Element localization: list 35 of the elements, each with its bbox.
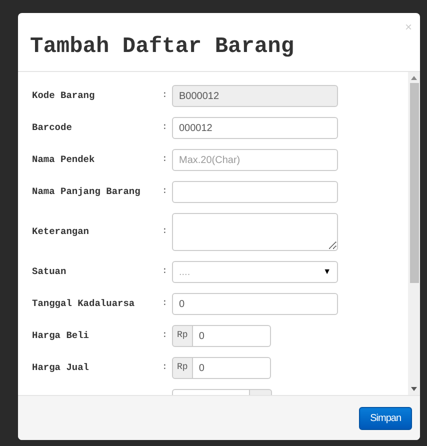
input-field[interactable]: 000012 — [172, 117, 338, 139]
scrollbar-thumb[interactable] — [410, 83, 418, 283]
colon: : — [162, 153, 168, 166]
colon: : — [162, 121, 168, 134]
input-field[interactable]: 0 — [192, 325, 271, 347]
colon: : — [162, 297, 168, 310]
field-label: Tanggal Kadaluarsa — [32, 296, 136, 311]
colon: : — [162, 361, 168, 374]
field-label: Satuan — [32, 264, 68, 279]
field-label: Kode Barang — [32, 88, 96, 103]
input-field[interactable] — [172, 181, 338, 203]
input-field[interactable]: Max.20(Char) — [172, 149, 338, 171]
input-field[interactable]: B000012 — [172, 85, 338, 107]
field-label: Keterangan — [32, 224, 90, 239]
scroll-up-icon[interactable] — [411, 76, 417, 80]
field-label: Barcode — [32, 120, 73, 135]
colon: : — [162, 89, 168, 102]
scroll-down-icon[interactable] — [411, 387, 417, 391]
field-label: Nama Panjang Barang — [32, 184, 142, 199]
save-button[interactable]: Simpan — [359, 406, 412, 430]
colon: : — [162, 225, 168, 238]
currency-addon: Rp — [172, 325, 193, 347]
field-label: Harga Jual — [32, 360, 90, 375]
select-dropdown[interactable]: .... ▼ — [172, 261, 338, 283]
modal-title: Tambah Daftar Barang — [30, 33, 294, 61]
text-area[interactable] — [172, 213, 338, 251]
input-field[interactable]: 0 — [192, 357, 271, 379]
field-label: Nama Pendek — [32, 152, 96, 167]
scrollbar[interactable] — [408, 72, 420, 395]
field-label: Harga Beli — [32, 328, 90, 343]
colon: : — [162, 185, 168, 198]
colon: : — [162, 329, 168, 342]
input-field[interactable]: 0 — [172, 293, 338, 315]
currency-addon: Rp — [172, 357, 193, 379]
colon: : — [162, 265, 168, 278]
